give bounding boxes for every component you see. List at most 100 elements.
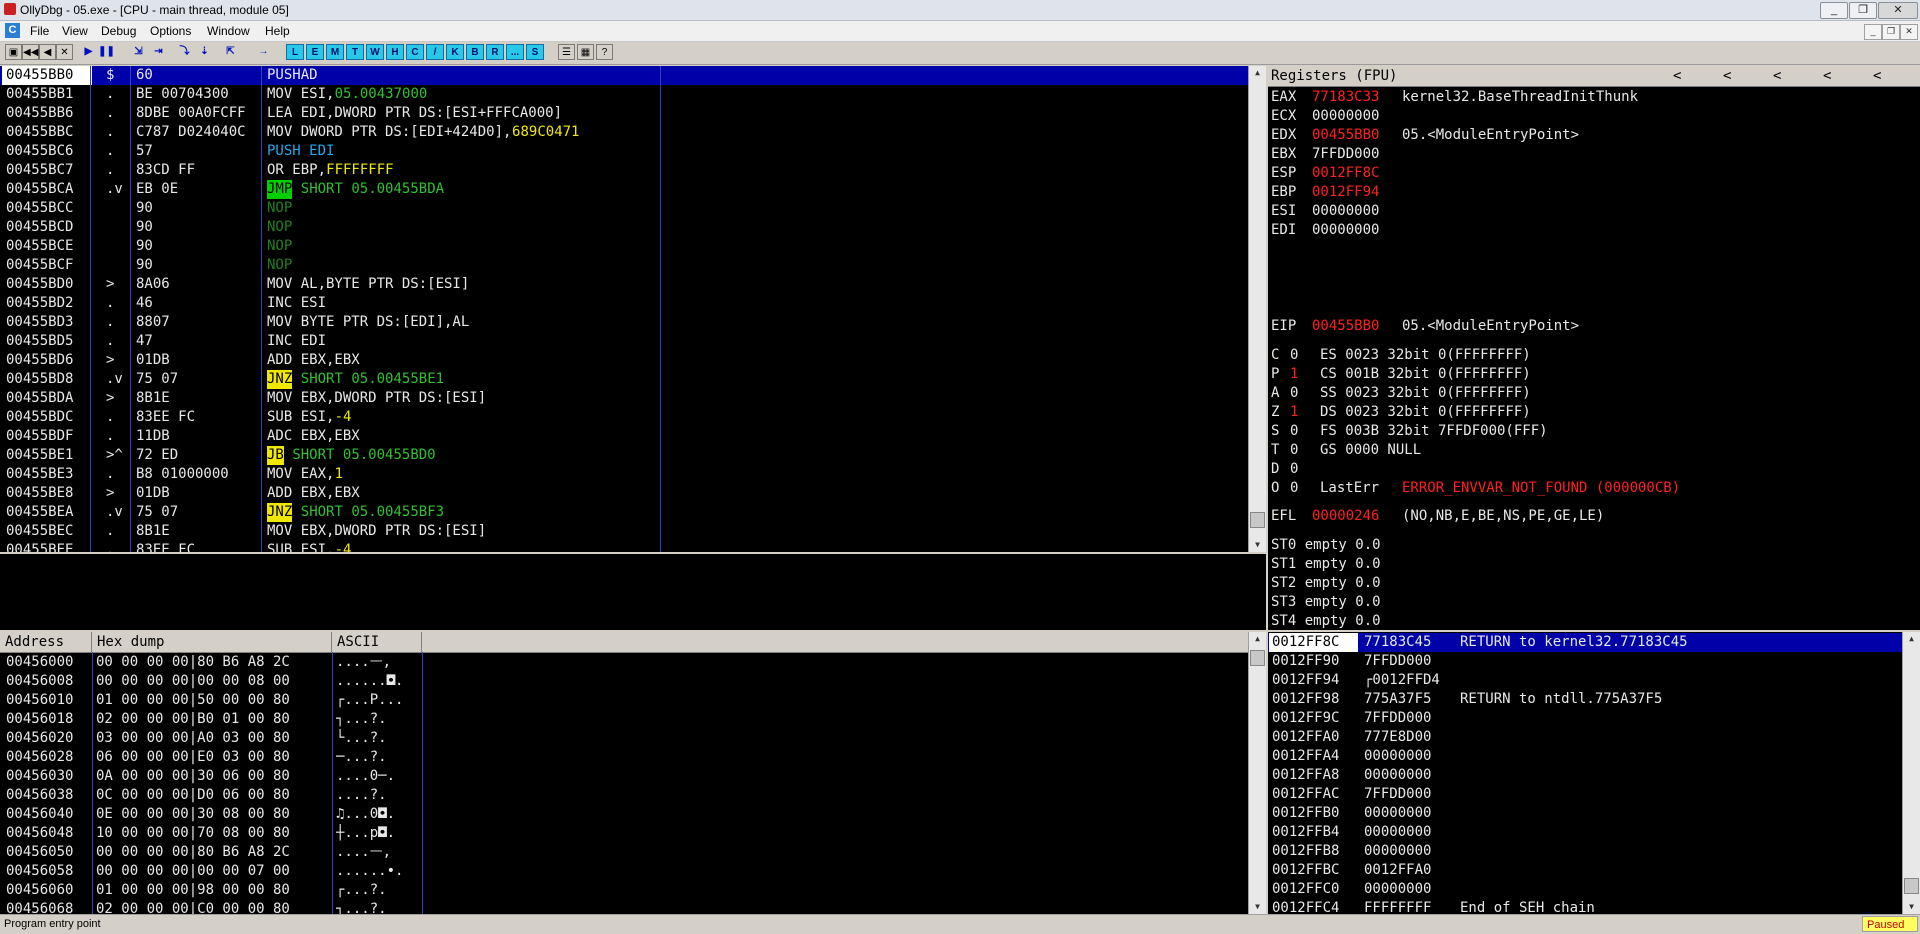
references-window-button[interactable]: R xyxy=(486,44,504,60)
disasm-row[interactable]: 00455BDF. 11DB ADC EBX,EBX xyxy=(0,427,1248,446)
stack-scrollbar[interactable]: ▲ ▼ xyxy=(1902,632,1920,914)
stack-row[interactable]: 0012FFA4 00000000 xyxy=(1268,747,1902,766)
register-nav-arrow-5[interactable]: < xyxy=(1873,67,1881,86)
dump-row[interactable]: 00456048 10 00 00 00|70 08 00 80 ┼...p◘. xyxy=(0,824,1248,843)
grid-icon[interactable]: ▦ xyxy=(577,44,594,60)
execute-till-return-icon[interactable]: ⇱ xyxy=(222,44,239,60)
menu-view[interactable]: View xyxy=(62,24,88,38)
dump-row[interactable]: 00456008 00 00 00 00|00 00 08 00 ......◘. xyxy=(0,672,1248,691)
disasm-row[interactable]: 00455BD5. 47 INC EDI xyxy=(0,332,1248,351)
callstack-window-button[interactable]: K xyxy=(446,44,464,60)
disasm-row[interactable]: 00455BBC. C787 D024040C MOV DWORD PTR DS:[… xyxy=(0,123,1248,142)
disasm-scrollbar[interactable]: ▲ ▼ xyxy=(1248,66,1266,552)
menu-window[interactable]: Window xyxy=(207,24,250,38)
disasm-row[interactable]: 00455BDC. 83EE FC SUB ESI, -4 xyxy=(0,408,1248,427)
disasm-row[interactable]: 00455BEC. 8B1E MOV EBX,DWORD PTR DS:[ESI] xyxy=(0,522,1248,541)
registers-pane[interactable]: Registers (FPU) < < < < < EAX 77183C33 ker… xyxy=(1268,66,1920,630)
scroll-thumb[interactable] xyxy=(1904,878,1919,894)
register-row[interactable]: EBX 7FFDD000 xyxy=(1268,145,1908,164)
breakpoints-window-button[interactable]: B xyxy=(466,44,484,60)
disasm-row[interactable]: 00455BCC 90 NOP xyxy=(0,199,1248,218)
disassembly-pane[interactable]: 00455BB0 $60 PUSHAD 00455BB1. BE 00704300 MOV… xyxy=(0,66,1266,552)
dump-header-address[interactable]: Address xyxy=(0,632,92,652)
disasm-row[interactable]: 00455BD8 .v 75 07 JNZ SHORT 05.00455BE1 xyxy=(0,370,1248,389)
stack-row[interactable]: 0012FFC0 00000000 xyxy=(1268,880,1902,899)
disasm-row[interactable]: 00455BC7. 83CD FF OR EBP, FFFFFFFF xyxy=(0,161,1248,180)
log-window-button[interactable]: L xyxy=(286,44,304,60)
disasm-row[interactable]: 00455BCA .v EB 0E JMP SHORT 05.00455BDA xyxy=(0,180,1248,199)
cpu-window-button[interactable]: C xyxy=(406,44,424,60)
stack-row[interactable]: 0012FFB8 00000000 xyxy=(1268,842,1902,861)
windows-window-button[interactable]: W xyxy=(366,44,384,60)
register-nav-arrow-1[interactable]: < xyxy=(1673,67,1681,86)
rewind-icon[interactable]: ◀◀ xyxy=(22,44,39,60)
disasm-row[interactable]: 00455BD6 >01DB ADD EBX,EBX xyxy=(0,351,1248,370)
register-row[interactable]: S 0 FS 003B 32bit 7FFDF000(FFF) xyxy=(1268,422,1908,441)
modules-window-button[interactable]: E xyxy=(306,44,324,60)
stack-row[interactable]: 0012FF8C 77183C45 RETURN to kernel32.77183… xyxy=(1268,633,1902,652)
dump-row[interactable]: 00456040 0E 00 00 00|30 08 00 80 ♫...0◘. xyxy=(0,805,1248,824)
disasm-row[interactable]: 00455BE3. B8 01000000 MOV EAX, 1 xyxy=(0,465,1248,484)
scroll-down-icon[interactable]: ▼ xyxy=(1903,900,1920,914)
mdi-restore-button[interactable]: ❐ xyxy=(1882,24,1900,40)
disasm-row[interactable]: 00455BD2. 46 INC ESI xyxy=(0,294,1248,313)
register-row[interactable]: ST3 empty 0.0 xyxy=(1268,593,1908,612)
list-icon[interactable]: ☰ xyxy=(558,44,575,60)
disasm-row[interactable]: 00455BC6. 57 PUSH EDI xyxy=(0,142,1248,161)
hex-dump-pane[interactable]: Address Hex dump ASCII 00456000 00 00 00 … xyxy=(0,632,1266,914)
register-row[interactable]: EBP 0012FF94 xyxy=(1268,183,1908,202)
menu-options[interactable]: Options xyxy=(150,24,191,38)
register-row[interactable]: C 0 ES 0023 32bit 0(FFFFFFFF) xyxy=(1268,346,1908,365)
patches-window-button[interactable]: / xyxy=(426,44,444,60)
register-row[interactable]: A 0 SS 0023 32bit 0(FFFFFFFF) xyxy=(1268,384,1908,403)
dump-row[interactable]: 00456050 00 00 00 00|80 B6 A8 2C ....ᅳ, xyxy=(0,843,1248,862)
stack-row[interactable]: 0012FFA8 00000000 xyxy=(1268,766,1902,785)
disasm-row[interactable]: 00455BCE 90 NOP xyxy=(0,237,1248,256)
menu-file[interactable]: File xyxy=(30,24,49,38)
register-row[interactable]: ESP 0012FF8C xyxy=(1268,164,1908,183)
menu-help[interactable]: Help xyxy=(265,24,290,38)
stack-row[interactable]: 0012FFC4 FFFFFFFF End of SEH chain xyxy=(1268,899,1902,914)
register-row[interactable]: ST2 empty 0.0 xyxy=(1268,574,1908,593)
dump-row[interactable]: 00456068 02 00 00 00|C0 00 00 80 ┐...?. xyxy=(0,900,1248,914)
register-row[interactable]: D0 xyxy=(1268,460,1908,479)
disasm-row[interactable]: 00455BDA >8B1E MOV EBX,DWORD PTR DS:[ESI] xyxy=(0,389,1248,408)
register-row[interactable]: EDX 00455BB0 05.<ModuleEntryPoint> xyxy=(1268,126,1908,145)
dump-row[interactable]: 00456018 02 00 00 00|B0 01 00 80 ┐...?. xyxy=(0,710,1248,729)
stack-pane[interactable]: 0012FF8C 77183C45 RETURN to kernel32.77183… xyxy=(1268,632,1920,914)
dump-row[interactable]: 00456030 0A 00 00 00|30 06 00 80 ....0─. xyxy=(0,767,1248,786)
dump-row[interactable]: 00456060 01 00 00 00|98 00 00 80 ┌...?. xyxy=(0,881,1248,900)
menu-debug[interactable]: Debug xyxy=(101,24,136,38)
dump-row[interactable]: 00456038 0C 00 00 00|D0 06 00 80....?. xyxy=(0,786,1248,805)
dump-row[interactable]: 00456020 03 00 00 00|A0 03 00 80 └...?. xyxy=(0,729,1248,748)
scroll-thumb[interactable] xyxy=(1250,650,1265,666)
disasm-row[interactable]: 00455BD3. 8807 MOV BYTE PTR DS:[EDI],AL xyxy=(0,313,1248,332)
handles-window-button[interactable]: H xyxy=(386,44,404,60)
threads-window-button[interactable]: T xyxy=(346,44,364,60)
scroll-down-icon[interactable]: ▼ xyxy=(1249,538,1266,552)
register-row[interactable]: O 0 LastErr ERROR_ENVVAR_NOT_FOUND (000000C… xyxy=(1268,479,1908,498)
scroll-up-icon[interactable]: ▲ xyxy=(1249,632,1266,646)
dump-row[interactable]: 00456058 00 00 00 00|00 00 07 00 ......•. xyxy=(0,862,1248,881)
dump-scrollbar[interactable]: ▲ ▼ xyxy=(1248,632,1266,914)
disasm-row[interactable]: 00455BEA .v 75 07 JNZ SHORT 05.00455BF3 xyxy=(0,503,1248,522)
mdi-minimize-button[interactable]: _ xyxy=(1864,24,1882,40)
disasm-row[interactable]: 00455BE1 >^ 72 ED JB SHORT 05.00455BD0 xyxy=(0,446,1248,465)
disasm-row[interactable]: 00455BD0 >8A06 MOV AL,BYTE PTR DS:[ESI] xyxy=(0,275,1248,294)
register-nav-arrow-4[interactable]: < xyxy=(1823,67,1831,86)
pause-icon[interactable]: ❚❚ xyxy=(98,44,115,60)
dump-header-ascii[interactable]: ASCII xyxy=(332,632,422,652)
register-row[interactable]: Z 1 DS 0023 32bit 0(FFFFFFFF) xyxy=(1268,403,1908,422)
disasm-row[interactable]: 00455BB6. 8DBE 00A0FCFF LEA EDI,DWORD PTR … xyxy=(0,104,1248,123)
disasm-row[interactable]: 00455BB1. BE 00704300 MOV ESI, 05.00437000 xyxy=(0,85,1248,104)
register-row[interactable]: EFL 00000246 (NO,NB,E,BE,NS,PE,GE,LE) xyxy=(1268,507,1908,526)
help-icon[interactable]: ? xyxy=(596,44,613,60)
scroll-up-icon[interactable]: ▲ xyxy=(1903,632,1920,646)
disasm-row[interactable]: 00455BEE. 83EE FC SUB ESI, -4 xyxy=(0,541,1248,552)
minimize-button[interactable]: _ xyxy=(1820,2,1848,19)
register-row[interactable]: T 0 GS 0000 NULL xyxy=(1268,441,1908,460)
register-row[interactable]: EDI 00000000 xyxy=(1268,221,1908,240)
run-trace-window-button[interactable]: ... xyxy=(506,44,524,60)
dump-header-hex[interactable]: Hex dump xyxy=(92,632,332,652)
stack-row[interactable]: 0012FF98 775A37F5 RETURN to ntdll.775A37F5 xyxy=(1268,690,1902,709)
